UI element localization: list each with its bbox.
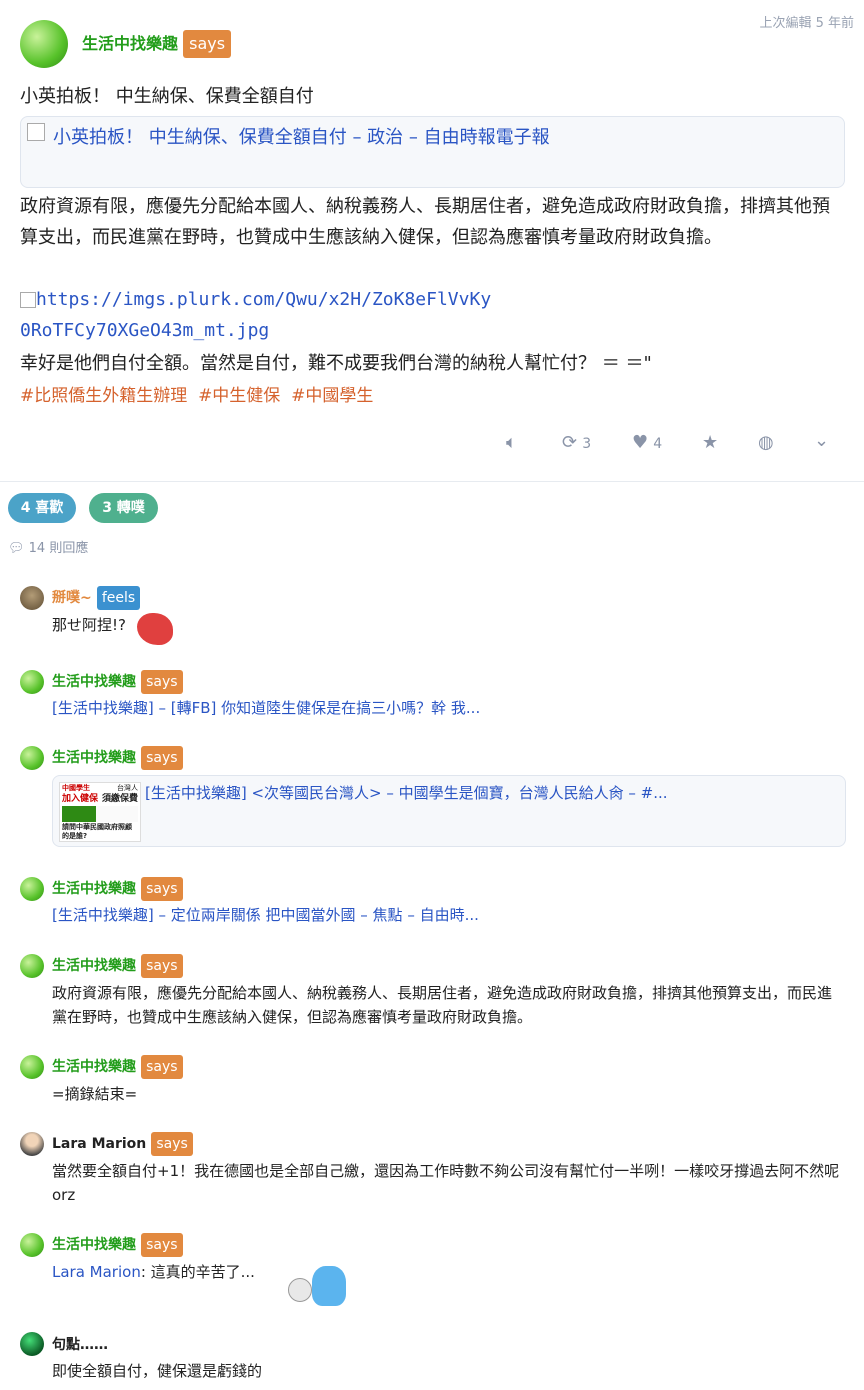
response-header: Lara Marion says (52, 1132, 193, 1156)
image-link-line-2[interactable]: 0RoTFCy70XGeO43m_mt.jpg (20, 320, 269, 341)
response-header: 掰噗~ feels (52, 586, 141, 610)
author-name[interactable]: 生活中找樂趣 (52, 1059, 136, 1075)
broken-image-icon (20, 292, 36, 308)
avatar[interactable] (20, 670, 44, 694)
thumb-text: 台灣人 (117, 784, 138, 792)
heart-icon: ♥ (632, 432, 649, 453)
author-name[interactable]: 句點…… (52, 1337, 108, 1353)
response-count: 💬︎ 14 則回應 (8, 537, 88, 556)
post-body: 政府資源有限，應優先分配給本國人、納稅義務人、長期居住者，避免造成政府財政負擔，… (20, 196, 830, 248)
divider (0, 481, 864, 482)
author-name[interactable]: 生活中找樂趣 (52, 750, 136, 766)
author-name[interactable]: 生活中找樂趣 (52, 674, 136, 690)
link-preview-title[interactable]: [生活中找樂趣] <次等國民台灣人> – 中國學生是個寶，台灣人民給人肏 – #… (145, 781, 668, 805)
link-preview-title[interactable]: 小英拍板！ 中生納保、保費全額自付 – 政治 – 自由時報電子報 (53, 123, 550, 149)
response-header: 生活中找樂趣 says (52, 670, 183, 694)
author-name[interactable]: 掰噗~ (52, 590, 92, 606)
author-name[interactable]: 生活中找樂趣 (52, 958, 136, 974)
post-title: 小英拍板！ 中生納保、保費全額自付 (20, 86, 314, 107)
response-count-text: 14 則回應 (28, 541, 89, 556)
thumb-text: 請問中華民國政府照顧的是誰? (62, 823, 132, 840)
hashtag[interactable]: #中生健保 (198, 386, 280, 406)
qualifier-badge: says (141, 746, 183, 770)
emoticon-image (288, 1262, 348, 1308)
avatar[interactable] (20, 954, 44, 978)
post-closing: 幸好是他們自付全額。當然是自付，難不成要我們台灣的納稅人幫忙付？ ＝ ＝" (20, 353, 652, 374)
image-link[interactable]: https://imgs.plurk.com/Qwu/x2H/ZoK8eFlVv… (20, 284, 491, 346)
response-header: 生活中找樂趣 says (52, 1233, 183, 1257)
like-count: 4 (653, 436, 663, 452)
response-header: 生活中找樂趣 says (52, 1055, 183, 1079)
link-preview-card[interactable]: 中國學生 台灣人 加入健保 須繳保費 請問中華民國政府照顧的是誰? [生活中找樂… (52, 775, 846, 847)
link-thumbnail: 中國學生 台灣人 加入健保 須繳保費 請問中華民國政府照顧的是誰? (59, 782, 141, 842)
response-text: 當然要全額自付+1！我在德國也是全部自己繳，還因為工作時數不夠公司沒有幫忙付一半… (52, 1162, 840, 1204)
response-link[interactable]: [生活中找樂趣] – 定位兩岸關係 把中國當外國 – 焦點 – 自由時... (52, 903, 479, 927)
replurk-count: 3 (582, 436, 592, 452)
qualifier-badge: says (141, 877, 183, 901)
response-header: 生活中找樂趣 says (52, 877, 183, 901)
post-header: 生活中找樂趣 says (82, 30, 232, 58)
mute-circle-icon[interactable]: ◍ (758, 432, 774, 453)
star-icon[interactable]: ★ (702, 432, 718, 453)
response-header: 句點…… (52, 1334, 108, 1354)
hashtag[interactable]: #中國學生 (291, 386, 373, 406)
emoticon-image (137, 613, 173, 645)
thumb-banner (62, 806, 138, 822)
chevron-down-icon[interactable]: ⌄ (814, 430, 829, 451)
qualifier-badge: says (141, 1055, 183, 1079)
qualifier-badge: says (141, 954, 183, 978)
response-text: Lara Marion: 這真的辛苦了... (52, 1260, 255, 1284)
author-name[interactable]: 生活中找樂趣 (52, 881, 136, 897)
replurk-button[interactable]: ⟳ 3 (562, 432, 591, 453)
response-header: 生活中找樂趣 says (52, 746, 183, 770)
avatar[interactable] (20, 746, 44, 770)
edited-timestamp: 上次編輯 5 年前 (759, 16, 854, 31)
response-text: 那せ阿捏!? (52, 616, 126, 634)
likes-pill[interactable]: 4 喜歡 (8, 493, 76, 523)
broken-image-icon (27, 123, 45, 141)
image-link-line-1[interactable]: https://imgs.plurk.com/Qwu/x2H/ZoK8eFlVv… (36, 289, 491, 310)
avatar[interactable] (20, 1233, 44, 1257)
qualifier-badge: says (183, 30, 232, 58)
qualifier-badge: says (151, 1132, 193, 1156)
thumb-text: 加入健保 (62, 794, 99, 804)
author-name[interactable]: Lara Marion (52, 1136, 146, 1152)
link-preview-card[interactable]: 小英拍板！ 中生納保、保費全額自付 – 政治 – 自由時報電子報 (20, 116, 845, 188)
qualifier-badge: says (141, 670, 183, 694)
qualifier-badge: says (141, 1233, 183, 1257)
avatar[interactable] (20, 877, 44, 901)
author-avatar[interactable] (20, 20, 68, 68)
author-name[interactable]: 生活中找樂趣 (82, 34, 178, 53)
hashtag[interactable]: #比照僑生外籍生辦理 (20, 386, 187, 406)
mention-link[interactable]: Lara Marion (52, 1263, 141, 1281)
response-header: 生活中找樂趣 says (52, 954, 183, 978)
avatar[interactable] (20, 586, 44, 610)
response-text: 政府資源有限，應優先分配給本國人、納稅義務人、長期居住者，避免造成政府財政負擔，… (52, 984, 833, 1026)
avatar[interactable] (20, 1055, 44, 1079)
action-bar: 🔈︎ ⟳ 3 ♥ 4 ★ ◍ ⌄ (506, 430, 846, 456)
replurks-pill[interactable]: 3 轉噗 (89, 493, 158, 523)
speech-bubble-icon: 💬︎ (8, 541, 25, 556)
response-text: =摘錄結束= (52, 1085, 138, 1103)
avatar[interactable] (20, 1332, 44, 1356)
like-button[interactable]: ♥ 4 (632, 432, 662, 453)
response-link[interactable]: [生活中找樂趣] – [轉FB] 你知道陸生健保是在搞三小嗎？幹 我... (52, 696, 480, 720)
response-text: 即使全額自付，健保還是虧錢的 (52, 1362, 263, 1380)
response-text-body: : 這真的辛苦了... (140, 1263, 255, 1281)
author-name[interactable]: 生活中找樂趣 (52, 1237, 136, 1253)
thumb-text: 須繳保費 (101, 794, 138, 804)
replurk-icon: ⟳ (562, 432, 578, 453)
thumb-text: 中國學生 (62, 784, 90, 792)
qualifier-badge: feels (96, 586, 141, 610)
avatar[interactable] (20, 1132, 44, 1156)
hashtags: #比照僑生外籍生辦理 #中生健保 #中國學生 (20, 383, 373, 409)
speaker-icon[interactable]: 🔈︎ (506, 432, 517, 453)
